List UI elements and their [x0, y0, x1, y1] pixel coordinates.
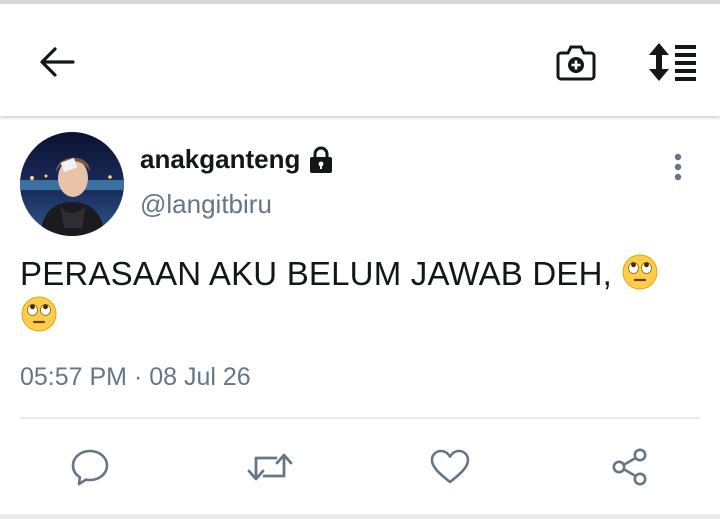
- user-handle[interactable]: @langitbiru: [140, 189, 272, 220]
- rolling-eyes-emoji-icon: [622, 254, 658, 290]
- tweet-detail: anakganteng @langitbiru PERASAAN AKU BEL…: [0, 117, 720, 519]
- like-button[interactable]: [425, 442, 475, 492]
- sort-list-icon: [649, 43, 696, 81]
- like-icon: [430, 449, 470, 484]
- tweet-time: 05:57 PM: [20, 363, 128, 391]
- tweet-timestamp: 05:57 PM · 08 Jul 26: [20, 363, 251, 392]
- tweet-text-content: PERASAAN AKU BELUM JAWAB DEH,: [20, 255, 613, 292]
- avatar[interactable]: [20, 132, 124, 236]
- divider: [20, 417, 700, 419]
- vertical-dots-icon: [674, 153, 682, 181]
- retweet-button[interactable]: [245, 442, 295, 492]
- sort-button[interactable]: [644, 38, 702, 86]
- display-name[interactable]: anakganteng: [140, 144, 334, 175]
- tweet-date: 08 Jul 26: [149, 363, 251, 391]
- reply-icon: [71, 449, 109, 486]
- lock-icon: [310, 146, 333, 173]
- timestamp-separator: ·: [133, 363, 143, 391]
- back-button[interactable]: [30, 40, 82, 84]
- camera-button[interactable]: [550, 38, 602, 86]
- tweet-text: PERASAAN AKU BELUM JAWAB DEH,: [20, 253, 688, 337]
- retweet-icon: [247, 453, 293, 481]
- reply-button[interactable]: [65, 442, 115, 492]
- arrow-left-icon: [40, 47, 75, 77]
- bottom-divider: [0, 514, 720, 519]
- rolling-eyes-emoji-icon: [21, 296, 57, 332]
- share-icon: [612, 448, 647, 486]
- app-bar: [0, 4, 720, 116]
- camera-add-icon: [556, 45, 596, 81]
- share-button[interactable]: [605, 442, 655, 492]
- display-name-text: anakganteng: [140, 144, 301, 174]
- more-options-button[interactable]: [664, 147, 692, 187]
